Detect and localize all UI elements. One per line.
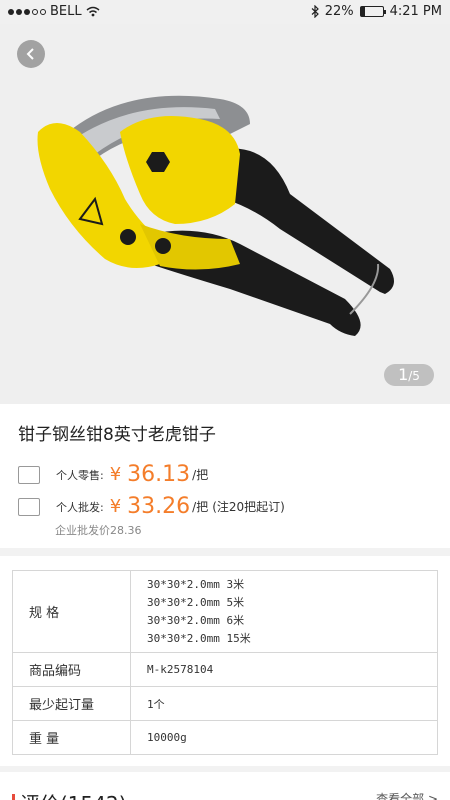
reviews-title: 评价(1542) — [20, 788, 127, 800]
retail-currency: ¥ — [109, 464, 122, 485]
spec-values: 30*30*2.0mm 3米 30*30*2.0mm 5米 30*30*2.0m… — [130, 570, 438, 653]
reviews-accent-bar — [12, 794, 15, 800]
view-all-reviews-link[interactable]: 查看全部 > — [376, 790, 438, 800]
spec-value: 30*30*2.0mm 3米 — [147, 577, 245, 591]
code-label: 商品编码 — [12, 652, 131, 687]
battery-percent: 22% — [324, 4, 354, 19]
pager-current: 1 — [398, 365, 409, 384]
product-title: 钳子钢丝钳8英寸老虎钳子 — [18, 425, 216, 445]
spec-table: 规 格 30*30*2.0mm 3米 30*30*2.0mm 5米 30*30*… — [12, 570, 438, 755]
wholesale-unit: /把 — [192, 500, 209, 514]
table-row: 最少起订量 1个 — [12, 686, 438, 721]
wholesale-note: (注20把起订) — [212, 500, 285, 514]
signal-icon — [8, 8, 46, 15]
code-value: M-k2578104 — [130, 652, 438, 687]
retail-unit: /把 — [192, 468, 209, 482]
wholesale-price-row: 个人批发: ¥ 33.26 /把 (注20把起订) — [18, 494, 285, 519]
spec-label: 规 格 — [12, 570, 131, 653]
status-right: 22% 4:21 PM — [311, 4, 442, 19]
carrier-name: BELL — [50, 4, 82, 19]
corp-wholesale-price: 企业批发价28.36 — [55, 524, 142, 537]
product-image — [37, 95, 394, 336]
chevron-left-icon — [26, 48, 34, 60]
weight-value: 10000g — [130, 720, 438, 755]
spec-value: 30*30*2.0mm 6米 — [147, 613, 245, 627]
spec-value: 30*30*2.0mm 5米 — [147, 595, 245, 609]
spec-section: 规 格 30*30*2.0mm 3米 30*30*2.0mm 5米 30*30*… — [0, 556, 450, 766]
wholesale-price: 33.26 — [127, 494, 191, 519]
wholesale-checkbox[interactable] — [18, 497, 40, 516]
table-row: 规 格 30*30*2.0mm 3米 30*30*2.0mm 5米 30*30*… — [12, 570, 438, 653]
retail-label: 个人零售: — [56, 468, 104, 482]
retail-price-row: 个人零售: ¥ 36.13 /把 — [18, 462, 208, 487]
table-row: 重 量 10000g — [12, 720, 438, 755]
status-left: BELL — [8, 4, 100, 19]
retail-checkbox[interactable] — [18, 465, 40, 484]
image-pager: 1/5 — [384, 364, 434, 386]
status-bar: BELL 22% 4:21 PM — [0, 0, 450, 24]
spec-value: 30*30*2.0mm 15米 — [147, 631, 251, 645]
product-info: 钳子钢丝钳8英寸老虎钳子 个人零售: ¥ 36.13 /把 个人批发: ¥ 33… — [0, 404, 450, 548]
retail-price: 36.13 — [127, 462, 191, 487]
weight-label: 重 量 — [12, 720, 131, 755]
reviews-header: 评价(1542) 查看全部 > — [0, 772, 450, 800]
min-order-label: 最少起订量 — [12, 686, 131, 721]
clock: 4:21 PM — [389, 4, 442, 19]
table-row: 商品编码 M-k2578104 — [12, 652, 438, 687]
wholesale-currency: ¥ — [109, 496, 122, 517]
product-image-carousel[interactable]: 1/5 — [0, 24, 450, 404]
bluetooth-icon — [311, 5, 319, 18]
min-order-value: 1个 — [130, 686, 438, 721]
battery-icon — [359, 6, 386, 17]
pager-total: /5 — [408, 369, 420, 383]
wifi-icon — [86, 6, 100, 17]
wholesale-label: 个人批发: — [56, 500, 104, 514]
back-button[interactable] — [17, 40, 45, 68]
